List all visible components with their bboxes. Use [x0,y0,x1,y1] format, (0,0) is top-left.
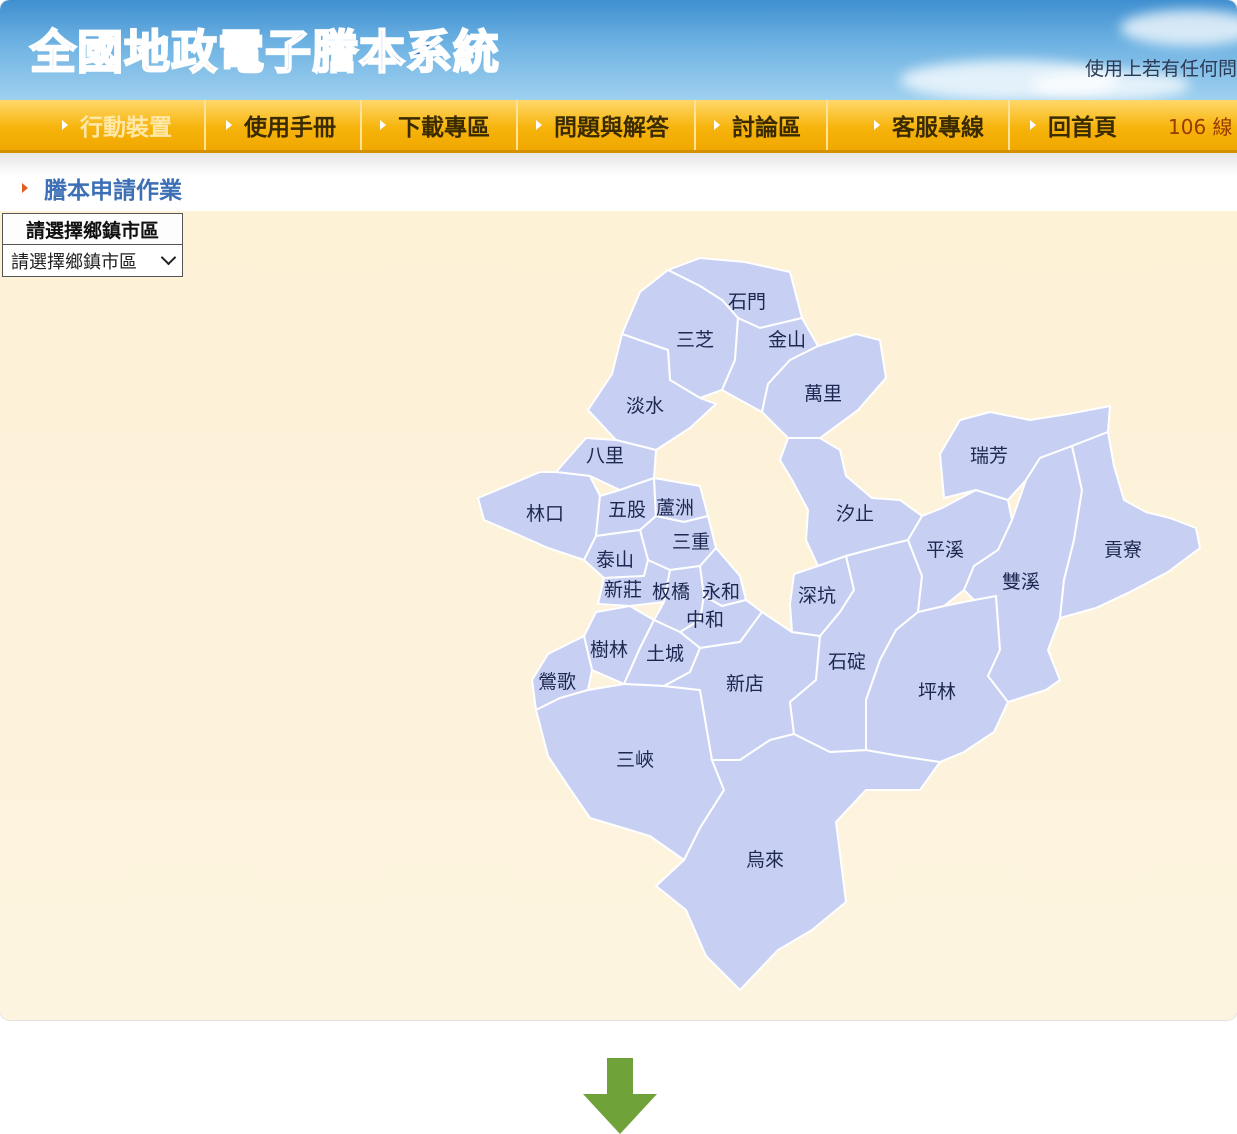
label-tamsui: 淡水 [626,395,664,417]
label-sanchong: 三重 [672,531,710,553]
label-yonghe: 永和 [702,581,740,603]
label-wanli: 萬里 [804,383,842,405]
label-zhonghe: 中和 [686,609,724,631]
label-linkou: 林口 [526,503,564,525]
label-jinshan: 金山 [768,329,806,351]
label-gongliao: 貢寮 [1104,539,1142,561]
label-ruifang: 瑞芳 [970,445,1008,467]
label-taishan: 泰山 [596,549,634,571]
label-shenkeng: 深坑 [798,585,836,607]
label-tucheng: 土城 [646,643,684,665]
app-frame: 全國地政電子謄本系統 使用上若有任何問 行動裝置 使用手冊 下載專區 問題與解答… [0,0,1237,1020]
district-map: 石門 三芝 金山 萬里 淡水 八里 林口 五股 蘆洲 三重 泰山 新莊 板橋 永… [476,256,1202,992]
label-wugu: 五股 [608,499,646,521]
label-pinglin: 坪林 [918,681,956,703]
label-xindian: 新店 [726,673,764,695]
label-shiding: 石碇 [828,651,866,673]
label-shuangxi: 雙溪 [1002,571,1040,593]
label-sanzhi: 三芝 [676,329,714,351]
label-banqiao: 板橋 [652,581,690,603]
label-luzhou: 蘆洲 [656,497,694,519]
down-arrow-icon [583,1058,657,1134]
label-xinzhuang: 新莊 [604,579,642,601]
label-xizhi: 汐止 [836,503,874,525]
district-gongliao[interactable] [1058,430,1202,620]
label-shimen: 石門 [728,291,766,313]
label-bali: 八里 [586,445,624,467]
district-sanxia[interactable] [534,682,726,862]
label-pingxi: 平溪 [926,539,964,561]
label-sanxia: 三峽 [616,749,654,771]
label-yingge: 鶯歌 [538,671,576,693]
label-wulai: 烏來 [746,849,784,871]
label-shulin: 樹林 [590,639,628,661]
